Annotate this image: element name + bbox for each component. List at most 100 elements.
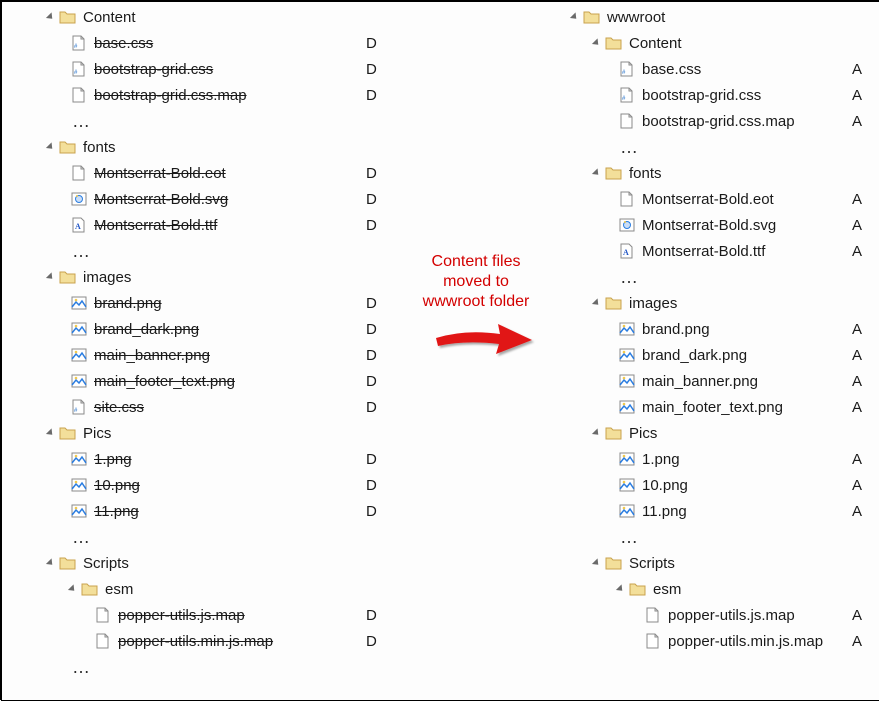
file-label: brand.png [94,295,162,312]
chevron-down-icon[interactable] [46,142,55,151]
image-icon [618,477,636,493]
folder-icon [59,555,77,571]
file-label: 10.png [642,477,688,494]
tree-file[interactable]: brand_dark.png D [6,316,406,342]
tree-file[interactable]: popper-utils.js.map A [530,602,870,628]
tree-file[interactable]: main_banner.png A [530,368,870,394]
ellipsis-icon: … [618,527,640,548]
tree-folder[interactable]: wwwroot [530,4,870,30]
chevron-down-icon[interactable] [68,584,77,593]
file-label: brand.png [642,321,710,338]
chevron-down-icon[interactable] [616,584,625,593]
chevron-down-icon[interactable] [592,428,601,437]
status-badge: D [366,217,377,234]
status-badge: A [852,477,862,494]
tree-file[interactable]: Montserrat-Bold.svg A [530,212,870,238]
tree-ellipsis: … [6,524,406,550]
tree-folder[interactable]: Scripts [6,550,406,576]
tree-file[interactable]: bootstrap-grid.css.map D [6,82,406,108]
chevron-down-icon[interactable] [592,38,601,47]
tree-folder[interactable]: Scripts [530,550,870,576]
ellipsis-icon: … [70,241,92,262]
file-icon [618,191,636,207]
tree-file[interactable]: base.css A [530,56,870,82]
tree-folder[interactable]: esm [6,576,406,602]
image-icon [618,321,636,337]
tree-folder[interactable]: fonts [6,134,406,160]
tree-file[interactable]: bootstrap-grid.css A [530,82,870,108]
status-badge: D [366,35,377,52]
tree-folder[interactable]: esm [530,576,870,602]
tree-file[interactable]: bootstrap-grid.css.map A [530,108,870,134]
chevron-down-icon[interactable] [592,558,601,567]
status-badge: D [366,347,377,364]
chevron-down-icon[interactable] [570,12,579,21]
tree-file[interactable]: Montserrat-Bold.svg D [6,186,406,212]
css-file-icon [70,61,88,77]
image-icon [70,451,88,467]
tree-file[interactable]: 11.png D [6,498,406,524]
tree-file[interactable]: main_footer_text.png A [530,394,870,420]
tree-file[interactable]: brand.png A [530,316,870,342]
file-icon [618,113,636,129]
file-label: bootstrap-grid.css [94,61,213,78]
tree-folder[interactable]: Pics [6,420,406,446]
tree-file[interactable]: Montserrat-Bold.ttf A [530,238,870,264]
tree-ellipsis: … [6,654,406,680]
image-icon [618,451,636,467]
status-badge: D [366,191,377,208]
status-badge: A [852,87,862,104]
annotation-text: Content files moved to wwwroot folder [410,252,542,312]
folder-icon [605,165,623,181]
tree-file[interactable]: popper-utils.min.js.map A [530,628,870,654]
folder-label: Pics [629,425,657,442]
tree-file[interactable]: brand_dark.png A [530,342,870,368]
file-icon [70,165,88,181]
chevron-down-icon[interactable] [46,272,55,281]
tree-file[interactable]: 1.png A [530,446,870,472]
image-icon [70,295,88,311]
folder-label: Content [83,9,136,26]
tree-file[interactable]: popper-utils.min.js.map D [6,628,406,654]
tree-file[interactable]: 10.png D [6,472,406,498]
tree-folder[interactable]: fonts [530,160,870,186]
tree-file[interactable]: base.css D [6,30,406,56]
tree-folder[interactable]: Content [530,30,870,56]
chevron-down-icon[interactable] [592,168,601,177]
status-badge: A [852,503,862,520]
file-label: bootstrap-grid.css.map [94,87,247,104]
ellipsis-icon: … [70,111,92,132]
tree-folder[interactable]: Pics [530,420,870,446]
status-badge: A [852,113,862,130]
folder-icon [605,35,623,51]
tree-file[interactable]: 11.png A [530,498,870,524]
folder-label: wwwroot [607,9,665,26]
tree-file[interactable]: 1.png D [6,446,406,472]
target-tree-panel: wwwroot Content base.css A bootstrap-gri… [530,0,870,700]
file-icon [644,633,662,649]
tree-file[interactable]: 10.png A [530,472,870,498]
tree-file[interactable]: bootstrap-grid.css D [6,56,406,82]
status-badge: D [366,451,377,468]
tree-file[interactable]: Montserrat-Bold.eot D [6,160,406,186]
chevron-down-icon[interactable] [46,558,55,567]
css-file-icon [618,61,636,77]
folder-label: Scripts [629,555,675,572]
chevron-down-icon[interactable] [592,298,601,307]
tree-file[interactable]: popper-utils.js.map D [6,602,406,628]
tree-file[interactable]: Montserrat-Bold.eot A [530,186,870,212]
file-label: popper-utils.js.map [118,607,245,624]
tree-folder[interactable]: images [530,290,870,316]
tree-file[interactable]: main_banner.png D [6,342,406,368]
tree-file[interactable]: main_footer_text.png D [6,368,406,394]
chevron-down-icon[interactable] [46,428,55,437]
tree-file[interactable]: Montserrat-Bold.ttf D [6,212,406,238]
status-badge: D [366,399,377,416]
tree-file[interactable]: brand.png D [6,290,406,316]
tree-folder[interactable]: images [6,264,406,290]
tree-file[interactable]: site.css D [6,394,406,420]
chevron-down-icon[interactable] [46,12,55,21]
tree-folder[interactable]: Content [6,4,406,30]
image-icon [618,503,636,519]
file-label: main_footer_text.png [642,399,783,416]
